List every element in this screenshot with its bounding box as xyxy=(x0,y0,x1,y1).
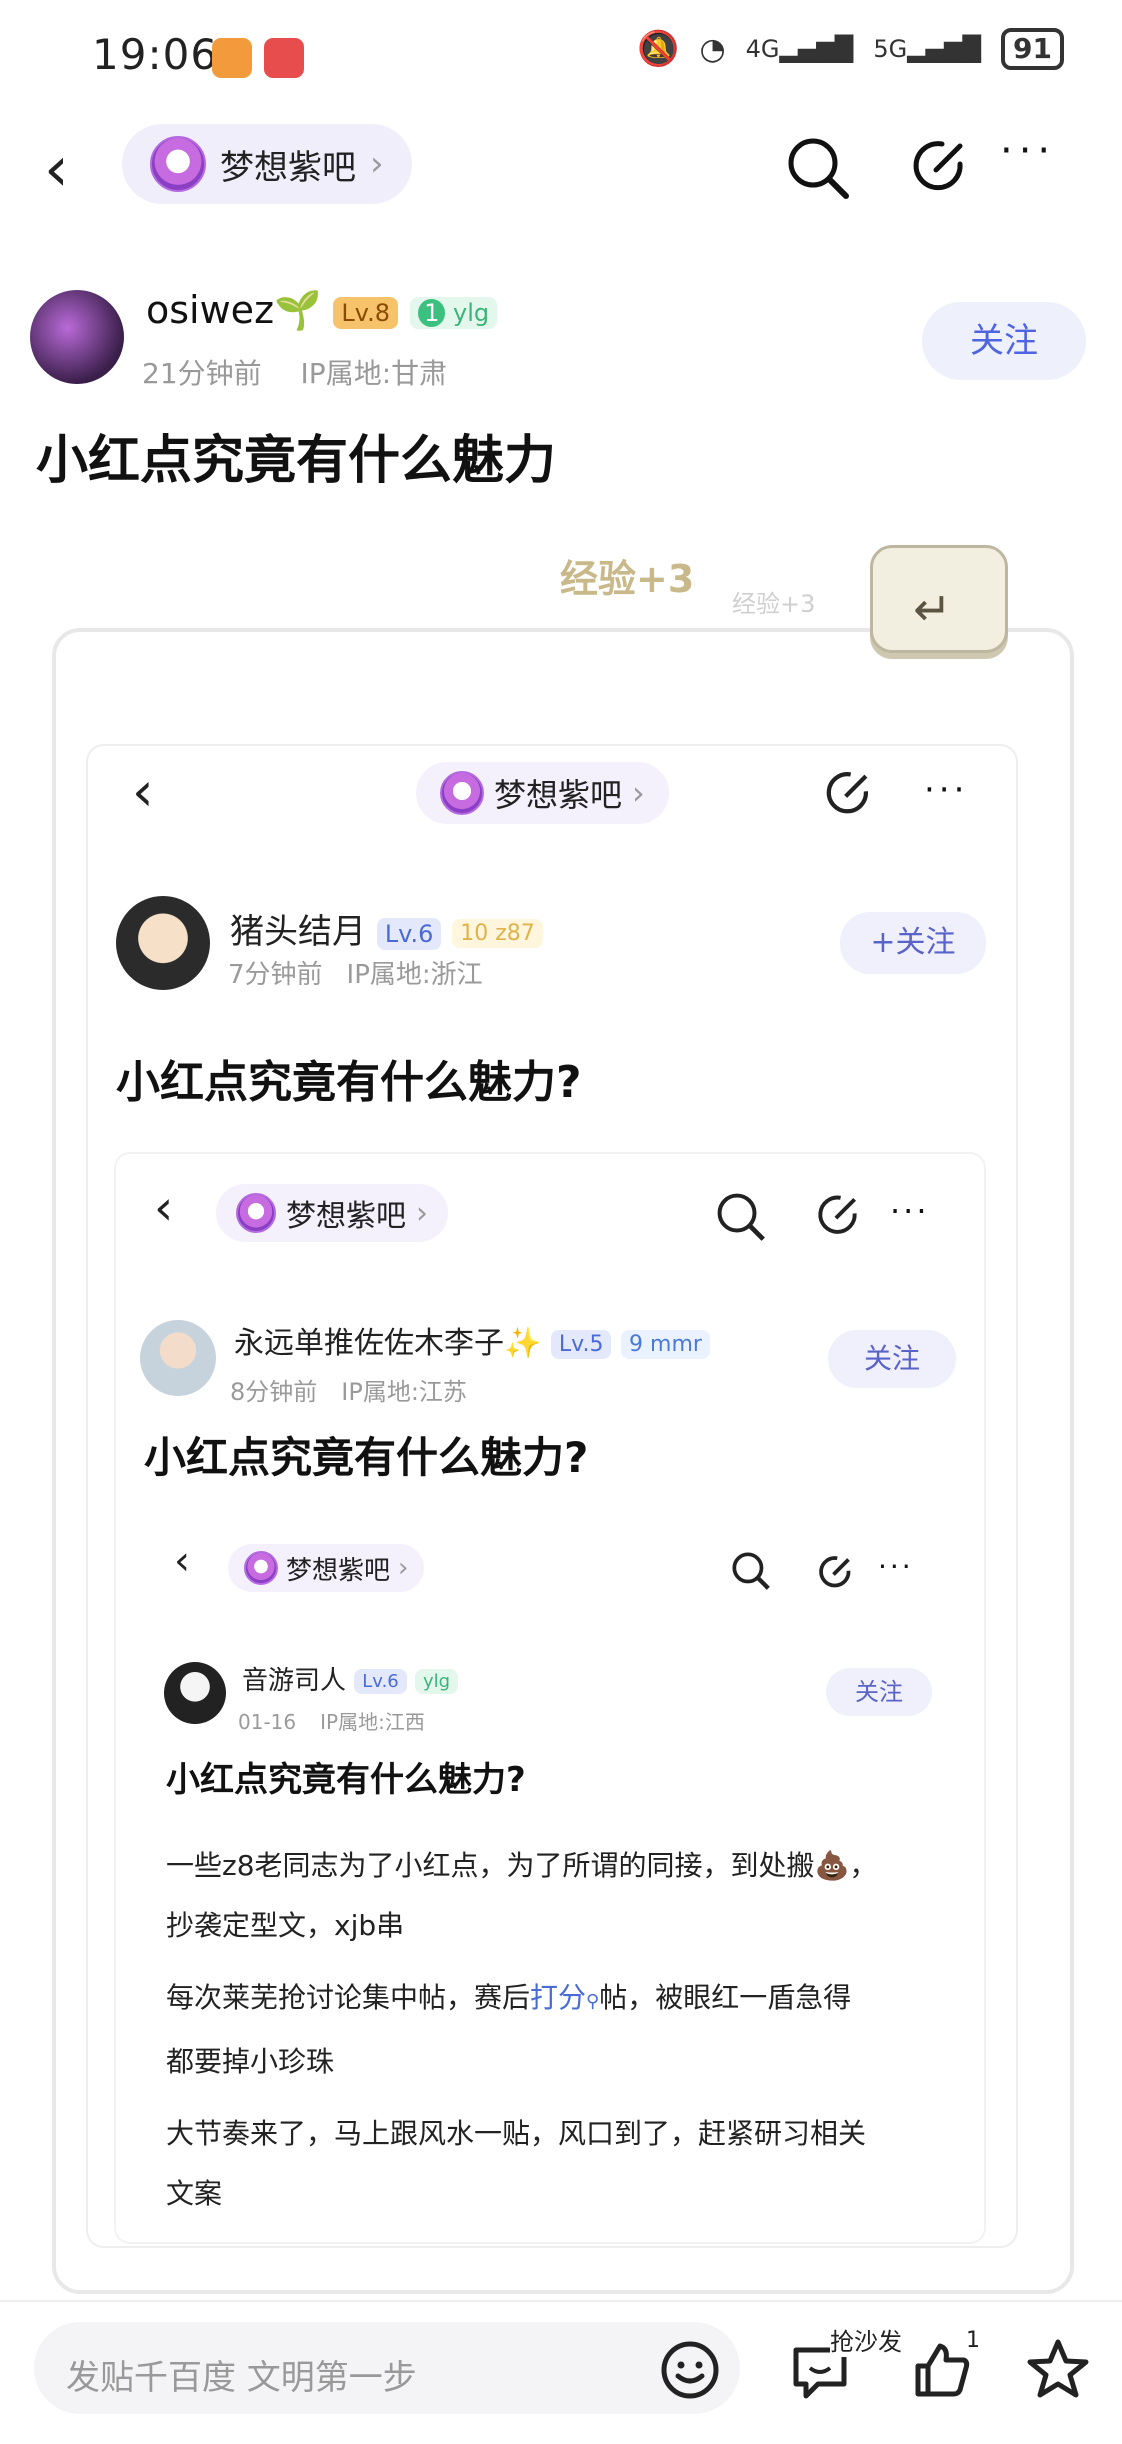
l1-back-icon: ‹ xyxy=(132,760,154,823)
edit-share-icon[interactable] xyxy=(908,134,972,198)
status-time: 19:06 xyxy=(92,30,219,79)
l2-forum-pill: 梦想紫吧 › xyxy=(216,1184,448,1242)
forum-name: 梦想紫吧 xyxy=(220,147,356,188)
l2-level-badge: Lv.5 xyxy=(550,1330,612,1359)
l2-more-icon: ··· xyxy=(890,1192,930,1230)
star-icon[interactable] xyxy=(1024,2336,1092,2404)
l3-link-search-icon: ⚲ xyxy=(586,1991,600,2012)
l3-para-1: 一些z8老同志为了小红点，为了所谓的同接，到处搬💩， xyxy=(166,1849,878,1882)
search-icon[interactable] xyxy=(784,134,852,202)
l3-more-icon: ··· xyxy=(878,1550,914,1583)
post-ip: IP属地:甘肃 xyxy=(300,357,448,390)
forum-pill[interactable]: 梦想紫吧 › xyxy=(122,124,412,204)
post-title: 小红点究竟有什么魅力 xyxy=(36,431,557,491)
l1-forum-pill: 梦想紫吧 › xyxy=(416,762,669,824)
l2-forum-name: 梦想紫吧 xyxy=(286,1199,406,1234)
l3-edit-icon xyxy=(819,1556,851,1588)
follow-button[interactable]: 关注 xyxy=(922,302,1086,380)
status-icons: 🔕 ◔ 4G▂▄▆█ 5G▂▄▆█ 91 xyxy=(637,28,1064,70)
l3-level-badge: Lv.6 xyxy=(354,1669,407,1694)
l3-forum-name: 梦想紫吧 xyxy=(286,1555,391,1586)
l1-author-name: 猪头结月 xyxy=(230,912,366,952)
l3-author-name: 音游司人 xyxy=(242,1666,347,1696)
l1-avatar xyxy=(116,896,210,990)
author-line: osiwez🌱 Lv.8 1 ylg xyxy=(146,288,498,333)
l2-follow-button: 关注 xyxy=(828,1330,956,1388)
mute-bell-icon: 🔕 xyxy=(637,29,680,69)
l3-meta: 01-16 IP属地:江西 xyxy=(238,1710,425,1734)
post-time: 21分钟前 xyxy=(142,357,262,390)
l3-back-icon: ‹ xyxy=(174,1538,190,1584)
l1-edit-icon xyxy=(826,772,868,814)
l3-follow-button: 关注 xyxy=(826,1668,932,1716)
l3-fan-badge: ylg xyxy=(415,1669,459,1694)
l1-chevron-icon: › xyxy=(632,774,645,812)
author-avatar[interactable] xyxy=(30,290,124,384)
level-badge: Lv.8 xyxy=(333,296,399,329)
chevron-right-icon: › xyxy=(370,144,384,184)
forum-logo-icon xyxy=(150,136,206,192)
l3-forum-pill: 梦想紫吧 › xyxy=(228,1544,425,1592)
l3-para-3b: 文案 xyxy=(166,2177,223,2210)
l1-meta: 7分钟前 IP属地:浙江 xyxy=(228,960,483,990)
author-name[interactable]: osiwez🌱 xyxy=(146,288,321,332)
l3-author-line: 音游司人 Lv.6 ylg xyxy=(242,1660,459,1697)
signal-4g-icon: 4G▂▄▆█ xyxy=(745,35,854,63)
exp-gain-big: 经验+3 xyxy=(560,557,695,601)
l3-para-2c: 都要掉小珍珠 xyxy=(166,2045,335,2078)
l1-fan-badge: 10 z87 xyxy=(452,919,543,948)
l2-avatar xyxy=(140,1320,216,1396)
l3-title: 小红点究竟有什么魅力? xyxy=(166,1760,526,1800)
l2-back-icon: ‹ xyxy=(154,1180,174,1236)
l2-author-name: 永远单推佐佐木李子✨ xyxy=(234,1326,542,1361)
l2-search-icon xyxy=(717,1193,765,1241)
like-count: 1 xyxy=(966,2328,980,2353)
fan-badge: 1 ylg xyxy=(410,296,498,329)
l2-meta: 8分钟前 IP属地:江苏 xyxy=(230,1378,467,1406)
l1-more-icon: ··· xyxy=(924,770,969,810)
l2-forum-logo-icon xyxy=(236,1193,276,1233)
wifi-icon: ◔ xyxy=(699,31,726,67)
battery-icon: 91 xyxy=(1001,28,1064,70)
l1-author-line: 猪头结月 Lv.6 10 z87 xyxy=(230,904,543,953)
l1-forum-name: 梦想紫吧 xyxy=(494,776,623,814)
sofa-label: 抢沙发 xyxy=(830,2322,902,2357)
l3-forum-logo-icon xyxy=(244,1551,278,1585)
like-icon[interactable] xyxy=(910,2338,974,2402)
l1-forum-logo-icon xyxy=(440,771,484,815)
l1-follow-button: +关注 xyxy=(840,912,986,974)
l3-link: 打分 xyxy=(530,1981,587,2014)
book-app-icon xyxy=(264,38,304,78)
post-meta: 21分钟前 IP属地:甘肃 xyxy=(142,352,447,392)
l2-title: 小红点究竟有什么魅力? xyxy=(144,1433,589,1482)
exp-gain-small: 经验+3 xyxy=(732,590,816,618)
back-icon[interactable]: ‹ xyxy=(44,132,69,205)
l3-body: 一些z8老同志为了小红点，为了所谓的同接，到处搬💩， 抄袭定型文，xjb串 每次… xyxy=(166,1836,966,2224)
reply-placeholder: 发贴千百度 文明第一步 xyxy=(66,2358,417,2398)
emoji-icon[interactable] xyxy=(658,2338,722,2402)
signal-5g-icon: 5G▂▄▆█ xyxy=(873,35,982,63)
l1-title: 小红点究竟有什么魅力? xyxy=(116,1057,582,1108)
l3-avatar xyxy=(164,1662,226,1724)
l1-level-badge: Lv.6 xyxy=(376,917,442,950)
l2-fan-badge: 9 mmr xyxy=(621,1330,710,1359)
l2-author-line: 永远单推佐佐木李子✨ Lv.5 9 mmr xyxy=(234,1318,710,1362)
l3-para-1b: 抄袭定型文，xjb串 xyxy=(166,1909,405,1942)
l2-edit-icon xyxy=(818,1195,857,1234)
l3-para-2: 每次莱芜抢讨论集中帖，赛后打分⚲帖，被眼红一盾急得 xyxy=(166,1981,852,2014)
more-icon[interactable]: ··· xyxy=(1000,128,1056,174)
app-notification-icon xyxy=(212,38,252,78)
l3-chevron-icon: › xyxy=(398,1553,409,1583)
l2-chevron-icon: › xyxy=(416,1195,428,1231)
l3-search-icon xyxy=(732,1552,770,1590)
enter-key-icon: ↵ xyxy=(870,545,1008,653)
l3-para-3: 大节奏来了，马上跟风水一贴，风口到了，赶紧研习相关 xyxy=(166,2117,867,2150)
